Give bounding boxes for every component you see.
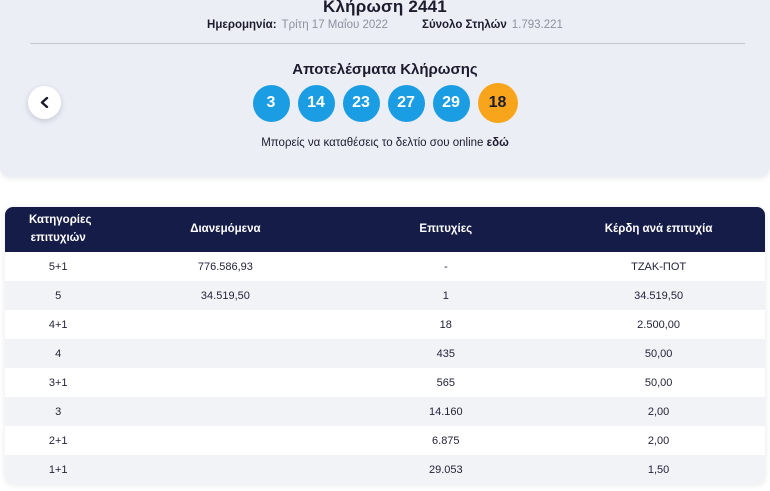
deposit-text: Μπορείς να καταθέσεις το δελτίο σου onli… xyxy=(261,137,487,149)
winners-cell: 6.875 xyxy=(432,434,460,447)
prize-cell: 50,00 xyxy=(644,376,673,389)
deposit-here-link[interactable]: εδώ xyxy=(487,137,509,149)
winners-cell: 435 xyxy=(436,347,455,360)
table-row: 2+1 6.875 2,00 xyxy=(5,426,765,455)
category-cell: 4+1 xyxy=(48,318,68,331)
prize-cell: 34.519,50 xyxy=(634,289,684,302)
columns-label: Σύνολο Στηλών xyxy=(422,19,507,31)
table-row: 3+1 565 50,00 xyxy=(5,368,765,397)
prize-cell: 2,00 xyxy=(647,405,670,418)
prize-cell: 2.500,00 xyxy=(637,318,680,331)
winners-cell: 14.160 xyxy=(428,405,463,418)
number-ball: 23 xyxy=(342,84,380,122)
date-value: Τρίτη 17 Μαΐου 2022 xyxy=(281,19,389,31)
date-label: Ημερομηνία: xyxy=(207,19,277,31)
distributed-cell: 776.586,93 xyxy=(197,260,253,273)
results-heading: Αποτελέσματα Κλήρωσης xyxy=(292,61,478,78)
draw-title: Κλήρωση 2441 xyxy=(323,0,447,16)
category-cell: 3 xyxy=(55,405,62,418)
table-row: 1+1 29.053 1,50 xyxy=(5,455,765,484)
category-cell: 3+1 xyxy=(48,376,68,389)
category-cell: 2+1 xyxy=(48,434,68,447)
winners-cell: 18 xyxy=(439,318,452,331)
table-row: 4+1 18 2.500,00 xyxy=(5,310,765,339)
distributed-cell xyxy=(111,368,339,397)
winners-cell: - xyxy=(443,260,448,273)
number-ball: 14 xyxy=(297,84,335,122)
table-row: 3 14.160 2,00 xyxy=(5,397,765,426)
number-ball: 3 xyxy=(252,84,290,122)
number-ball: 27 xyxy=(387,84,425,122)
distributed-cell xyxy=(111,426,339,455)
column-header-distributed: Διανεμόμενα xyxy=(111,207,340,252)
deposit-online-line: Μπορείς να καταθέσεις το δελτίο σου onli… xyxy=(0,137,770,149)
column-header-categories: Κατηγορίες επιτυχιών xyxy=(5,207,112,252)
joker-number-ball: 18 xyxy=(477,83,518,123)
draw-date: Ημερομηνία: Τρίτη 17 Μαΐου 2022 xyxy=(207,19,388,31)
prize-cell: 1,50 xyxy=(647,463,670,476)
column-header-prize: Κέρδη ανά επιτυχία xyxy=(552,207,765,252)
winners-cell: 565 xyxy=(436,376,455,389)
prize-cell: ΤΖΑΚ-ΠΟΤ xyxy=(631,260,687,273)
distributed-cell xyxy=(111,339,339,368)
columns-value: 1.793.221 xyxy=(511,19,563,31)
header-divider xyxy=(30,43,745,44)
distributed-cell xyxy=(111,397,339,426)
table-header-row: Κατηγορίες επιτυχιών Διανεμόμενα Επιτυχί… xyxy=(5,207,765,252)
category-cell: 4 xyxy=(55,347,62,360)
distributed-cell: 34.519,50 xyxy=(200,289,250,302)
category-cell: 1+1 xyxy=(48,463,68,476)
table-row: 4 435 50,00 xyxy=(5,339,765,368)
table-row: 5+1 776.586,93 - ΤΖΑΚ-ΠΟΤ xyxy=(5,252,765,281)
category-cell: 5 xyxy=(55,289,62,302)
winners-cell: 29.053 xyxy=(428,463,463,476)
number-ball: 29 xyxy=(432,84,470,122)
winners-cell: 1 xyxy=(442,289,449,302)
column-header-winners: Επιτυχίες xyxy=(339,207,553,252)
distributed-cell xyxy=(111,310,339,339)
draw-meta-row: Ημερομηνία: Τρίτη 17 Μαΐου 2022 Σύνολο Σ… xyxy=(0,19,770,31)
prize-cell: 2,00 xyxy=(647,434,670,447)
table-row: 5 34.519,50 1 34.519,50 xyxy=(5,281,765,310)
total-columns: Σύνολο Στηλών 1.793.221 xyxy=(422,19,563,31)
prize-cell: 50,00 xyxy=(644,347,673,360)
distributed-cell xyxy=(111,455,339,484)
category-cell: 5+1 xyxy=(48,260,68,273)
winnings-table: Κατηγορίες επιτυχιών Διανεμόμενα Επιτυχί… xyxy=(5,207,765,484)
draw-summary-panel: Κλήρωση 2441 Ημερομηνία: Τρίτη 17 Μαΐου … xyxy=(0,0,770,177)
winning-numbers-row: 3 14 23 27 29 18 xyxy=(0,83,770,123)
